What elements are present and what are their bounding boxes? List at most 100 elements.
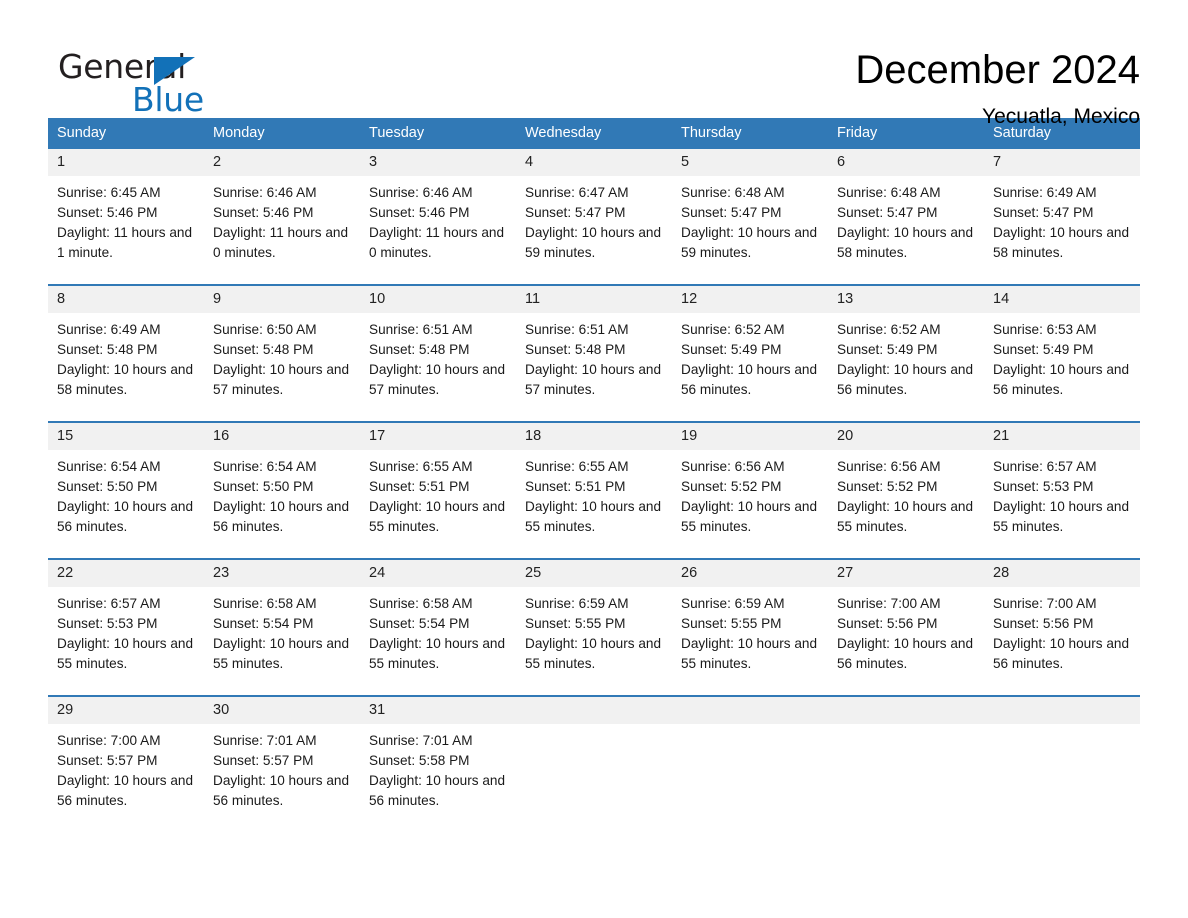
sunrise-time: Sunrise: 7:00 AM — [993, 596, 1097, 611]
day-cell[interactable]: Sunrise: 6:48 AM Sunset: 5:47 PM Daylight:… — [672, 176, 828, 284]
sunrise-time: Sunrise: 6:54 AM — [213, 459, 317, 474]
day-cell[interactable]: Sunrise: 6:47 AM Sunset: 5:47 PM Daylight:… — [516, 176, 672, 284]
sunrise-time: Sunrise: 6:48 AM — [681, 185, 785, 200]
sunset-time: Sunset: 5:51 PM — [525, 479, 626, 494]
sunset-time: Sunset: 5:48 PM — [57, 342, 158, 357]
day-number[interactable]: 21 — [984, 423, 1140, 450]
sunrise-time: Sunrise: 6:51 AM — [369, 322, 473, 337]
day-cell[interactable]: Sunrise: 6:48 AM Sunset: 5:47 PM Daylight:… — [828, 176, 984, 284]
day-cell[interactable]: Sunrise: 6:51 AM Sunset: 5:48 PM Daylight:… — [360, 313, 516, 421]
empty-day-cell — [828, 697, 984, 724]
day-cell[interactable]: Sunrise: 6:46 AM Sunset: 5:46 PM Daylight:… — [360, 176, 516, 284]
day-number[interactable]: 8 — [48, 286, 204, 313]
day-number[interactable]: 9 — [204, 286, 360, 313]
day-number[interactable]: 15 — [48, 423, 204, 450]
day-number[interactable]: 11 — [516, 286, 672, 313]
day-cell[interactable]: Sunrise: 6:51 AM Sunset: 5:48 PM Daylight:… — [516, 313, 672, 421]
daylight-duration: Daylight: 10 hours and 57 minutes. — [213, 362, 350, 397]
daylight-duration: Daylight: 10 hours and 55 minutes. — [213, 636, 350, 671]
day-number[interactable]: 18 — [516, 423, 672, 450]
day-cell[interactable]: Sunrise: 7:01 AM Sunset: 5:58 PM Daylight:… — [360, 724, 516, 832]
day-number[interactable]: 26 — [672, 560, 828, 587]
day-cell[interactable]: Sunrise: 7:00 AM Sunset: 5:57 PM Daylight:… — [48, 724, 204, 832]
day-cell[interactable]: Sunrise: 6:45 AM Sunset: 5:46 PM Daylight:… — [48, 176, 204, 284]
sunrise-time: Sunrise: 6:45 AM — [57, 185, 161, 200]
day-number[interactable]: 20 — [828, 423, 984, 450]
sunrise-time: Sunrise: 6:48 AM — [837, 185, 941, 200]
day-cell[interactable]: Sunrise: 7:00 AM Sunset: 5:56 PM Daylight:… — [984, 587, 1140, 695]
sunset-time: Sunset: 5:57 PM — [213, 753, 314, 768]
day-number[interactable]: 17 — [360, 423, 516, 450]
day-cell[interactable]: Sunrise: 6:55 AM Sunset: 5:51 PM Daylight:… — [360, 450, 516, 558]
day-cell[interactable]: Sunrise: 6:46 AM Sunset: 5:46 PM Daylight:… — [204, 176, 360, 284]
day-cell[interactable]: Sunrise: 6:50 AM Sunset: 5:48 PM Daylight:… — [204, 313, 360, 421]
day-number[interactable]: 13 — [828, 286, 984, 313]
sunset-time: Sunset: 5:47 PM — [993, 205, 1094, 220]
day-cell[interactable]: Sunrise: 6:55 AM Sunset: 5:51 PM Daylight:… — [516, 450, 672, 558]
day-cell[interactable]: Sunrise: 6:59 AM Sunset: 5:55 PM Daylight:… — [672, 587, 828, 695]
day-number[interactable]: 3 — [360, 149, 516, 176]
day-cell[interactable]: Sunrise: 6:54 AM Sunset: 5:50 PM Daylight:… — [48, 450, 204, 558]
page-header: General Blue December 2024 Yecuatla, Mex… — [48, 0, 1140, 128]
calendar-weeks: 1 2 3 4 5 6 7 Sunrise: 6:45 AM Sunset: 5:46 PM Da… — [48, 149, 1140, 832]
empty-day-cell — [984, 697, 1140, 724]
day-number[interactable]: 23 — [204, 560, 360, 587]
sunset-time: Sunset: 5:53 PM — [57, 616, 158, 631]
sunrise-time: Sunrise: 7:00 AM — [57, 733, 161, 748]
day-cell[interactable]: Sunrise: 6:54 AM Sunset: 5:50 PM Daylight:… — [204, 450, 360, 558]
day-cell[interactable]: Sunrise: 6:58 AM Sunset: 5:54 PM Daylight:… — [204, 587, 360, 695]
day-number[interactable]: 30 — [204, 697, 360, 724]
empty-day-cell — [672, 724, 828, 832]
daylight-duration: Daylight: 10 hours and 57 minutes. — [369, 362, 506, 397]
empty-day-cell — [828, 724, 984, 832]
calendar-week-row: 15 16 17 18 19 20 21 Sunrise: 6:54 AM Sunset: 5:… — [48, 421, 1140, 558]
day-number[interactable]: 22 — [48, 560, 204, 587]
day-cell[interactable]: Sunrise: 7:01 AM Sunset: 5:57 PM Daylight:… — [204, 724, 360, 832]
daylight-duration: Daylight: 10 hours and 56 minutes. — [213, 499, 350, 534]
day-cell[interactable]: Sunrise: 7:00 AM Sunset: 5:56 PM Daylight:… — [828, 587, 984, 695]
day-number[interactable]: 27 — [828, 560, 984, 587]
logo-text-blue: Blue — [132, 80, 204, 119]
daylight-duration: Daylight: 10 hours and 56 minutes. — [837, 636, 974, 671]
day-number[interactable]: 10 — [360, 286, 516, 313]
day-number[interactable]: 7 — [984, 149, 1140, 176]
empty-day-cell — [984, 724, 1140, 832]
sunset-time: Sunset: 5:55 PM — [681, 616, 782, 631]
weekday-sunday: Sunday — [57, 125, 107, 141]
day-number[interactable]: 19 — [672, 423, 828, 450]
day-cell[interactable]: Sunrise: 6:49 AM Sunset: 5:48 PM Daylight:… — [48, 313, 204, 421]
day-number[interactable]: 28 — [984, 560, 1140, 587]
week-detail-band: Sunrise: 6:57 AM Sunset: 5:53 PM Daylight:… — [48, 587, 1140, 695]
sunset-time: Sunset: 5:48 PM — [369, 342, 470, 357]
day-cell[interactable]: Sunrise: 6:59 AM Sunset: 5:55 PM Daylight:… — [516, 587, 672, 695]
day-cell[interactable]: Sunrise: 6:56 AM Sunset: 5:52 PM Daylight:… — [828, 450, 984, 558]
day-cell[interactable]: Sunrise: 6:53 AM Sunset: 5:49 PM Daylight:… — [984, 313, 1140, 421]
week-date-band: 15 16 17 18 19 20 21 — [48, 423, 1140, 450]
day-number[interactable]: 5 — [672, 149, 828, 176]
day-cell[interactable]: Sunrise: 6:52 AM Sunset: 5:49 PM Daylight:… — [672, 313, 828, 421]
day-number[interactable]: 31 — [360, 697, 516, 724]
calendar-week-row: 22 23 24 25 26 27 28 Sunrise: 6:57 AM Sunset: 5:… — [48, 558, 1140, 695]
sunset-time: Sunset: 5:47 PM — [525, 205, 626, 220]
day-number[interactable]: 14 — [984, 286, 1140, 313]
general-blue-logo: General Blue — [48, 44, 228, 118]
day-cell[interactable]: Sunrise: 6:57 AM Sunset: 5:53 PM Daylight:… — [984, 450, 1140, 558]
day-number[interactable]: 2 — [204, 149, 360, 176]
day-number[interactable]: 16 — [204, 423, 360, 450]
day-number[interactable]: 24 — [360, 560, 516, 587]
day-cell[interactable]: Sunrise: 6:58 AM Sunset: 5:54 PM Daylight:… — [360, 587, 516, 695]
day-number[interactable]: 6 — [828, 149, 984, 176]
day-number[interactable]: 1 — [48, 149, 204, 176]
day-number[interactable]: 29 — [48, 697, 204, 724]
daylight-duration: Daylight: 10 hours and 55 minutes. — [681, 499, 818, 534]
day-cell[interactable]: Sunrise: 6:52 AM Sunset: 5:49 PM Daylight:… — [828, 313, 984, 421]
day-number[interactable]: 4 — [516, 149, 672, 176]
sunset-time: Sunset: 5:47 PM — [837, 205, 938, 220]
day-number[interactable]: 12 — [672, 286, 828, 313]
week-date-band: 8 9 10 11 12 13 14 — [48, 286, 1140, 313]
day-number[interactable]: 25 — [516, 560, 672, 587]
day-cell[interactable]: Sunrise: 6:56 AM Sunset: 5:52 PM Daylight:… — [672, 450, 828, 558]
daylight-duration: Daylight: 10 hours and 55 minutes. — [525, 499, 662, 534]
day-cell[interactable]: Sunrise: 6:57 AM Sunset: 5:53 PM Daylight:… — [48, 587, 204, 695]
day-cell[interactable]: Sunrise: 6:49 AM Sunset: 5:47 PM Daylight:… — [984, 176, 1140, 284]
